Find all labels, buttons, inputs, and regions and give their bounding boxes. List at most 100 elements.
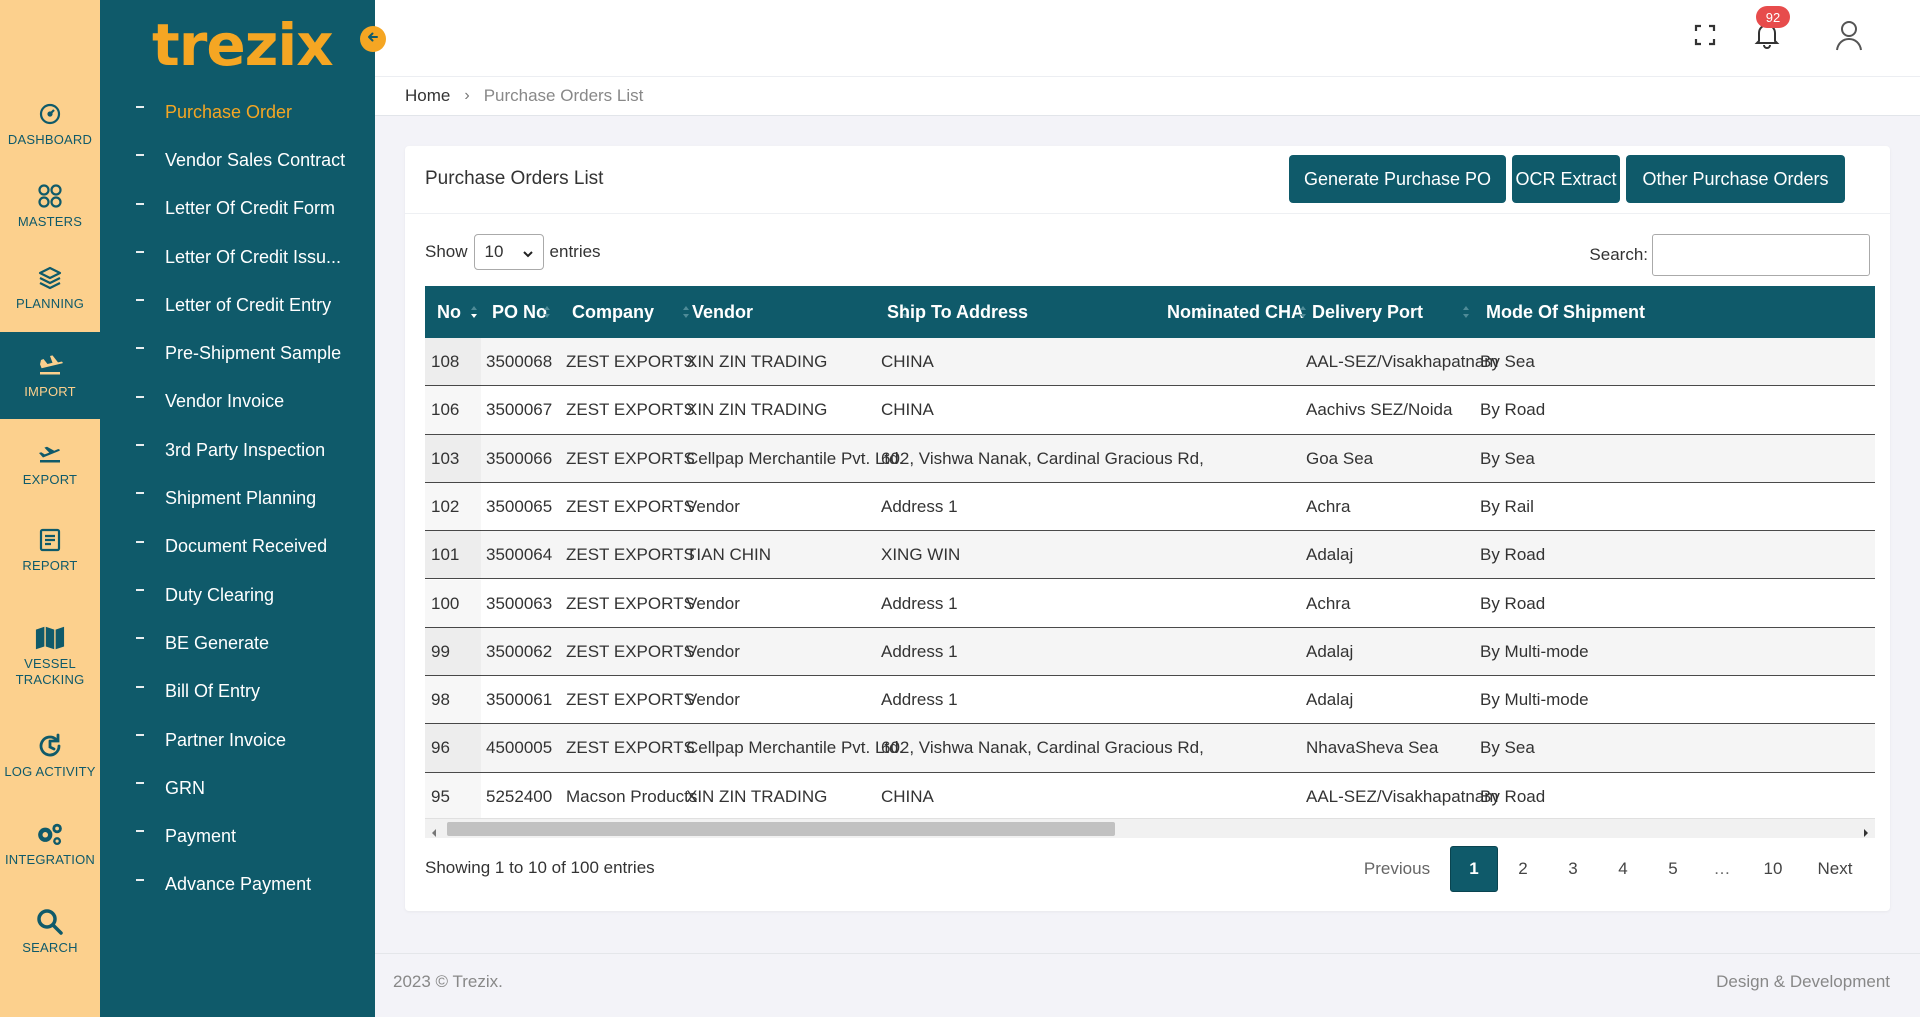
cell-ship-to-address: CHINA — [881, 352, 934, 371]
column-header-company[interactable]: Company — [572, 286, 689, 338]
rail-integration[interactable]: INTEGRATION — [0, 800, 100, 887]
rail-label: SEARCH — [22, 940, 78, 955]
sidebar-item-pre-shipment-sample[interactable]: Pre-Shipment Sample — [100, 329, 375, 377]
masters-grid-icon — [35, 181, 65, 211]
sidebar-item-document-received[interactable]: Document Received — [100, 523, 375, 571]
scrollbar-thumb[interactable] — [447, 822, 1115, 836]
rail-report[interactable]: REPORT — [0, 506, 100, 593]
arrow-left-icon — [366, 29, 380, 49]
cell-no: 102 — [425, 483, 481, 531]
sidebar-item-label: Letter of Credit Entry — [165, 294, 332, 315]
sidebar-item-label: 3rd Party Inspection — [165, 439, 326, 460]
column-header-nominated-cha[interactable]: Nominated CHA — [1167, 286, 1306, 338]
table-row[interactable]: 106 3500067 ZEST EXPORTS XIN ZIN TRADING CHI… — [425, 386, 1875, 435]
horizontal-scrollbar[interactable] — [425, 818, 1875, 838]
cell-vendor: XIN ZIN TRADING — [686, 400, 828, 420]
dash-icon — [136, 347, 144, 350]
pagination-page-4[interactable]: 4 — [1598, 846, 1648, 892]
rail-vessel-tracking[interactable]: VESSEL TRACKING — [0, 612, 100, 699]
rail-masters[interactable]: MASTERS — [0, 162, 100, 249]
pagination-page-10[interactable]: 10 — [1746, 846, 1800, 892]
cell-delivery-port: Adalaj — [1306, 641, 1354, 661]
column-header-po-no[interactable]: PO No — [492, 286, 550, 338]
sidebar-item-shipment-planning[interactable]: Shipment Planning — [100, 474, 375, 522]
sidebar-item-vendor-invoice[interactable]: Vendor Invoice — [100, 378, 375, 426]
cell-delivery-port: AAL-SEZ/Visakhapatnam — [1306, 786, 1499, 806]
sidebar-collapse-button[interactable] — [360, 26, 386, 52]
cell-ship-to-address: 602, Vishwa Nanak, Cardinal Gracious Rd, — [881, 738, 1204, 758]
other-purchase-orders-button[interactable]: Other Purchase Orders — [1626, 155, 1845, 203]
rail-log-activity[interactable]: LOG ACTIVITY — [0, 712, 100, 799]
cell-no: 95 — [425, 773, 481, 821]
page-size-select[interactable]: 10 — [473, 234, 544, 270]
sidebar-item-letter-of-credit-entry[interactable]: Letter of Credit Entry — [100, 281, 375, 329]
column-header-mode-of-shipment[interactable]: Mode Of Shipment — [1486, 286, 1645, 338]
cell-ship-to-address: CHINA — [881, 786, 934, 806]
generate-purchase-po-button[interactable]: Generate Purchase PO — [1289, 155, 1506, 203]
sidebar-item-vendor-sales-contract[interactable]: Vendor Sales Contract — [100, 136, 375, 184]
table-row[interactable]: 102 3500065 ZEST EXPORTS Vendor Address 1 Ach… — [425, 483, 1875, 532]
pagination-page-1[interactable]: 1 — [1450, 846, 1498, 892]
cell-vendor: TIAN CHIN — [686, 545, 771, 565]
table-row[interactable]: 95 5252400 Macson Products XIN ZIN TRADING C… — [425, 773, 1875, 821]
sidebar-menu: Purchase Order Vendor Sales Contract Let… — [100, 88, 375, 909]
pagination-page-3[interactable]: 3 — [1548, 846, 1598, 892]
column-label: Delivery Port — [1312, 301, 1424, 322]
sidebar-item-duty-clearing[interactable]: Duty Clearing — [100, 571, 375, 619]
card-title: Purchase Orders List — [425, 168, 604, 189]
sidebar-item-letter-of-credit-issue[interactable]: Letter Of Credit Issu... — [100, 233, 375, 281]
cell-ship-to-address: CHINA — [881, 400, 934, 420]
table-row[interactable]: 101 3500064 ZEST EXPORTS TIAN CHIN XING WIN A… — [425, 531, 1875, 580]
table-row[interactable]: 99 3500062 ZEST EXPORTS Vendor Address 1 Adal… — [425, 627, 1875, 677]
user-menu-button[interactable] — [1832, 20, 1866, 54]
rail-export[interactable]: EXPORT — [0, 420, 100, 507]
ocr-extract-button[interactable]: OCR Extract — [1512, 155, 1620, 203]
sidebar-item-letter-of-credit-form[interactable]: Letter Of Credit Form — [100, 185, 375, 233]
breadcrumb-home[interactable]: Home — [405, 86, 450, 106]
cell-mode-of-shipment: By Sea — [1480, 738, 1535, 758]
column-label: Ship To Address — [887, 301, 1029, 322]
sidebar-item-grn[interactable]: GRN — [100, 764, 375, 812]
rail-dashboard[interactable]: DASHBOARD — [0, 80, 100, 167]
sidebar-item-be-generate[interactable]: BE Generate — [100, 619, 375, 667]
column-header-delivery-port[interactable]: Delivery Port — [1312, 286, 1469, 338]
table-row[interactable]: 100 3500063 ZEST EXPORTS Vendor Address 1 Ach… — [425, 580, 1875, 628]
column-header-no[interactable]: No — [437, 286, 477, 338]
gears-icon — [35, 819, 65, 849]
cell-vendor: Vendor — [686, 641, 740, 661]
table-row[interactable]: 98 3500061 ZEST EXPORTS Vendor Address 1 Adal… — [425, 676, 1875, 725]
rail-import[interactable]: IMPORT — [0, 332, 100, 419]
rail-search[interactable]: SEARCH — [0, 888, 100, 975]
pagination-page-2[interactable]: 2 — [1498, 846, 1548, 892]
table-row[interactable]: 103 3500066 ZEST EXPORTS Cellpap Merchantil… — [425, 434, 1875, 483]
search-input[interactable] — [1652, 234, 1870, 276]
table-row[interactable]: 96 4500005 ZEST EXPORTS Cellpap Merchantile… — [425, 724, 1875, 773]
dash-icon — [136, 637, 144, 640]
sidebar-item-payment[interactable]: Payment — [100, 812, 375, 860]
cell-po-no: 3500066 — [486, 448, 553, 468]
scroll-right-icon[interactable] — [1862, 823, 1870, 843]
dash-icon — [136, 444, 144, 447]
cell-no: 101 — [425, 531, 481, 579]
cell-mode-of-shipment: By Rail — [1480, 496, 1534, 516]
pagination-previous[interactable]: Previous — [1352, 846, 1442, 892]
scroll-left-icon[interactable] — [430, 823, 438, 843]
sidebar-item-advance-payment[interactable]: Advance Payment — [100, 861, 375, 909]
cell-ship-to-address: Address 1 — [881, 496, 958, 516]
rail-planning[interactable]: PLANNING — [0, 244, 100, 331]
pagination-next[interactable]: Next — [1800, 846, 1870, 892]
column-header-ship-to-address[interactable]: Ship To Address — [887, 286, 1205, 338]
sidebar-item-bill-of-entry[interactable]: Bill Of Entry — [100, 668, 375, 716]
table-row[interactable]: 108 3500068 ZEST EXPORTS XIN ZIN TRADING CHI… — [425, 338, 1875, 387]
rail-label: IMPORT — [24, 384, 76, 399]
sidebar-item-purchase-order[interactable]: Purchase Order — [100, 88, 375, 136]
column-header-vendor[interactable]: Vendor — [692, 286, 908, 338]
cell-no: 100 — [425, 580, 481, 628]
trezix-logo[interactable]: trezix — [152, 12, 334, 78]
sidebar-item-3rd-party-inspection[interactable]: 3rd Party Inspection — [100, 426, 375, 474]
dash-icon — [136, 878, 144, 881]
sidebar-item-label: Pre-Shipment Sample — [165, 343, 342, 364]
sidebar-item-partner-invoice[interactable]: Partner Invoice — [100, 716, 375, 764]
fullscreen-button[interactable] — [1688, 20, 1722, 54]
pagination-page-5[interactable]: 5 — [1648, 846, 1698, 892]
